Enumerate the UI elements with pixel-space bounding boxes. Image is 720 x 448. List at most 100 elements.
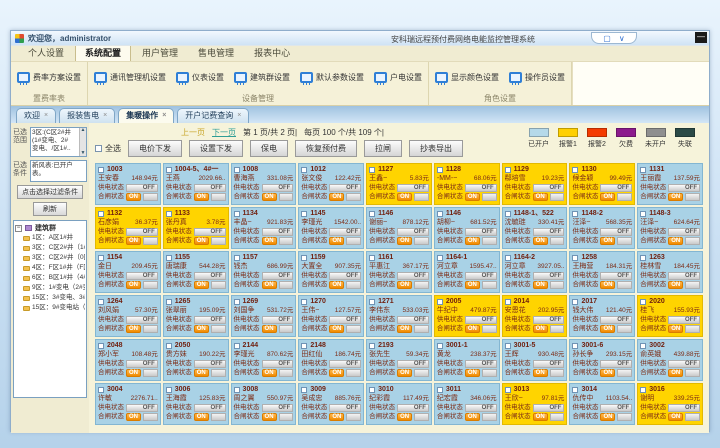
menu-tab-个人设置[interactable]: 个人设置	[19, 45, 73, 61]
meter-card[interactable]: 2148田红仙186.74元供电状态OFF合闸状态ON	[298, 339, 364, 381]
switch-off-slot[interactable]	[482, 413, 497, 421]
card-checkbox[interactable]	[166, 387, 172, 393]
card-checkbox[interactable]	[369, 387, 375, 393]
switch-on-indicator[interactable]: ON	[465, 369, 480, 377]
meter-card[interactable]: 3002俞英娥439.88元供电状态OFF合闸状态ON	[637, 339, 703, 381]
tree-expand-icon[interactable]: −	[15, 225, 22, 232]
switch-off-slot[interactable]	[482, 193, 497, 201]
switch-off-slot[interactable]	[482, 281, 497, 289]
doc-tab-报装售电[interactable]: 报装售电×	[59, 108, 115, 123]
switch-off-slot[interactable]	[414, 413, 429, 421]
supply-off-indicator[interactable]: OFF	[533, 228, 565, 236]
switch-off-slot[interactable]	[617, 193, 632, 201]
card-checkbox[interactable]	[166, 255, 172, 261]
meter-card[interactable]: 1154金日209.45元供电状态OFF合闸状态ON	[95, 251, 161, 293]
switch-on-indicator[interactable]: ON	[668, 325, 683, 333]
switch-off-slot[interactable]	[617, 281, 632, 289]
switch-on-indicator[interactable]: ON	[465, 325, 480, 333]
meter-card[interactable]: 1164-2河立章3927.05..供电状态OFF合闸状态ON	[502, 251, 568, 293]
switch-off-slot[interactable]	[211, 193, 226, 201]
supply-off-indicator[interactable]: OFF	[194, 404, 226, 412]
supply-off-indicator[interactable]: OFF	[397, 272, 429, 280]
meter-card[interactable]: 3009吴成忠885.76元供电状态OFF合闸状态ON	[298, 383, 364, 425]
switch-on-indicator[interactable]: ON	[600, 413, 615, 421]
supply-off-indicator[interactable]: OFF	[262, 404, 294, 412]
supply-off-indicator[interactable]: OFF	[126, 184, 158, 192]
card-checkbox[interactable]	[98, 167, 104, 173]
card-checkbox[interactable]	[301, 211, 307, 217]
meter-card[interactable]: 1265张翠丽195.09元供电状态OFF合闸状态ON	[163, 295, 229, 337]
card-checkbox[interactable]	[640, 211, 646, 217]
switch-off-slot[interactable]	[550, 281, 565, 289]
meter-card[interactable]: 1129郗培雪19.23元供电状态OFF合闸状态ON	[502, 163, 568, 205]
select-all-checkbox[interactable]: 全选	[95, 143, 121, 154]
switch-on-indicator[interactable]: ON	[397, 369, 412, 377]
supply-off-indicator[interactable]: OFF	[126, 316, 158, 324]
card-checkbox[interactable]	[166, 211, 172, 217]
card-checkbox[interactable]	[640, 299, 646, 305]
switch-on-indicator[interactable]: ON	[465, 193, 480, 201]
switch-off-slot[interactable]	[211, 413, 226, 421]
card-checkbox[interactable]	[437, 211, 443, 217]
minimize-button[interactable]: —	[695, 32, 707, 43]
scroll-up-icon[interactable]: ▲	[81, 128, 86, 133]
close-tab-icon[interactable]: ×	[44, 112, 48, 119]
switch-off-slot[interactable]	[346, 369, 361, 377]
switch-off-slot[interactable]	[346, 281, 361, 289]
switch-off-slot[interactable]	[685, 369, 700, 377]
card-checkbox[interactable]	[640, 255, 646, 261]
switch-on-indicator[interactable]: ON	[397, 193, 412, 201]
ribbon-button[interactable]: 默认参数设置	[300, 72, 364, 83]
switch-off-slot[interactable]	[617, 369, 632, 377]
switch-off-slot[interactable]	[414, 193, 429, 201]
card-checkbox[interactable]	[505, 387, 511, 393]
meter-card[interactable]: 1004-5、4#一王燕2029.66..供电状态OFF合闸状态ON	[163, 163, 229, 205]
card-checkbox[interactable]	[369, 343, 375, 349]
meter-card[interactable]: 1164-1河立章1595.47..供电状态OFF合闸状态ON	[434, 251, 500, 293]
supply-off-indicator[interactable]: OFF	[194, 360, 226, 368]
switch-off-slot[interactable]	[143, 413, 158, 421]
meter-card[interactable]: 1008曹海燕331.08元供电状态OFF合闸状态ON	[231, 163, 297, 205]
meter-card[interactable]: 1271李伟东533.03元供电状态OFF合闸状态ON	[366, 295, 432, 337]
switch-on-indicator[interactable]: ON	[600, 237, 615, 245]
switch-on-indicator[interactable]: ON	[262, 193, 277, 201]
card-checkbox[interactable]	[369, 255, 375, 261]
menu-tab-用户管理[interactable]: 用户管理	[133, 45, 187, 61]
supply-off-indicator[interactable]: OFF	[668, 316, 700, 324]
switch-on-indicator[interactable]: ON	[397, 237, 412, 245]
supply-off-indicator[interactable]: OFF	[126, 404, 158, 412]
switch-on-indicator[interactable]: ON	[397, 281, 412, 289]
switch-off-slot[interactable]	[550, 325, 565, 333]
switch-off-slot[interactable]	[346, 193, 361, 201]
switch-off-slot[interactable]	[550, 193, 565, 201]
ribbon-button[interactable]: 仪表设置	[176, 72, 224, 83]
supply-off-indicator[interactable]: OFF	[262, 316, 294, 324]
switch-off-slot[interactable]	[279, 413, 294, 421]
supply-off-indicator[interactable]: OFF	[668, 184, 700, 192]
switch-off-slot[interactable]	[143, 325, 158, 333]
meter-card[interactable]: 2014安恩花202.95元供电状态OFF合闸状态ON	[502, 295, 568, 337]
supply-off-indicator[interactable]: OFF	[262, 184, 294, 192]
supply-off-indicator[interactable]: OFF	[126, 272, 158, 280]
switch-on-indicator[interactable]: ON	[668, 369, 683, 377]
doc-tab-开户记费查询[interactable]: 开户记费查询×	[177, 108, 249, 123]
selected-condition-listbox[interactable]: 新风表:已开户表。	[30, 160, 87, 182]
meter-card[interactable]: 1003王安春148.94元供电状态OFF合闸状态ON	[95, 163, 161, 205]
switch-on-indicator[interactable]: ON	[329, 237, 344, 245]
next-page-link[interactable]: 下一页	[212, 127, 236, 138]
card-checkbox[interactable]	[234, 343, 240, 349]
card-checkbox[interactable]	[640, 167, 646, 173]
ribbon-button[interactable]: 户电设置	[374, 72, 422, 83]
meter-card[interactable]: 1155唐瑞康544.28元供电状态OFF合闸状态ON	[163, 251, 229, 293]
meter-card[interactable]: 1130候金颖99.49元供电状态OFF合闸状态ON	[569, 163, 635, 205]
switch-on-indicator[interactable]: ON	[194, 325, 209, 333]
card-checkbox[interactable]	[234, 211, 240, 217]
meter-card[interactable]: 1134丰晶~921.83元供电状态OFF合闸状态ON	[231, 207, 297, 249]
supply-off-indicator[interactable]: OFF	[194, 228, 226, 236]
switch-off-slot[interactable]	[482, 325, 497, 333]
card-checkbox[interactable]	[166, 343, 172, 349]
switch-off-slot[interactable]	[143, 237, 158, 245]
card-checkbox[interactable]	[437, 343, 443, 349]
switch-off-slot[interactable]	[550, 413, 565, 421]
card-checkbox[interactable]	[98, 299, 104, 305]
